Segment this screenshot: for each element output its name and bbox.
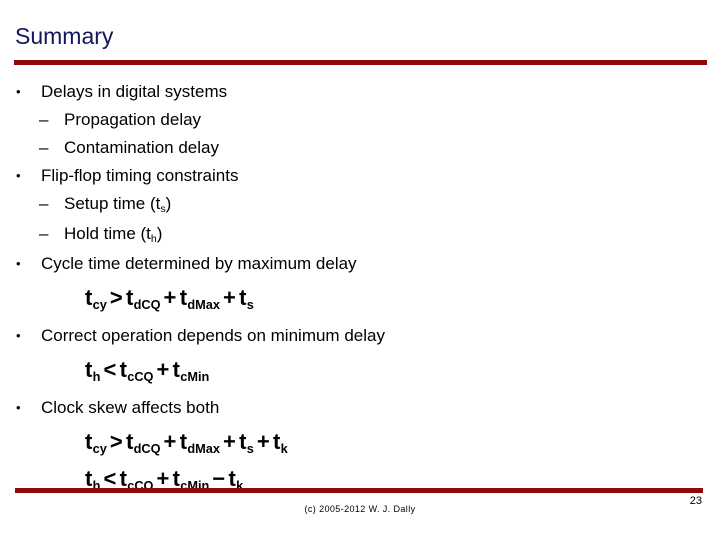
bullet-item: • Clock skew affects both [0,394,720,422]
bullet-item: – Propagation delay [0,106,720,134]
math-subscript: s [246,296,254,312]
bullet-item: • Flip-flop timing constraints [0,162,720,190]
bullet-label: Hold time (th) [64,220,162,250]
bullet-label-tail: ) [156,224,163,243]
page-number: 23 [689,495,702,507]
bullet-item: • Correct operation depends on minimum d… [0,322,720,350]
math-variable: th [85,357,101,384]
bullet-marker-icon: • [16,400,21,415]
math-subscript: h [92,368,101,384]
slide-body: • Delays in digital systems – Propagatio… [0,78,720,499]
title-divider-rule [14,60,707,65]
bullet-item: – Setup time (ts) [0,190,720,220]
dash-marker-icon: – [39,138,49,157]
math-subscript: cy [92,296,107,312]
math-operator: + [163,285,177,310]
math-operator: + [156,357,170,382]
bullet-label: Propagation delay [64,110,202,129]
bullet-label-head: Hold time (t [64,224,151,243]
math-subscript: k [280,440,288,456]
math-variable: tcMin [172,466,210,493]
math-variable: tdMax [179,285,220,312]
bullet-label-tail: ) [165,194,172,213]
bullet-marker-icon: • [16,168,21,183]
bullet-label: Contamination delay [64,138,219,157]
math-variable: tcMin [172,357,210,384]
bullet-label: Correct operation depends on minimum del… [41,326,385,345]
math-subscript: dMax [187,296,220,312]
math-variable: tk [272,429,288,456]
bullet-label: Delays in digital systems [41,82,228,101]
bullet-label: Cycle time determined by maximum delay [41,254,357,273]
math-variable: tcy [85,285,107,312]
bullet-item: – Hold time (th) [0,220,720,250]
math-operator: + [222,429,237,454]
footer-divider-rule [15,488,703,493]
dash-marker-icon: – [39,194,49,213]
footer-copyright: (c) 2005-2012 W. J. Dally [304,504,416,514]
math-variable: tcCQ [119,357,154,384]
bullet-marker-icon: • [16,256,21,271]
bullet-label: Setup time (ts) [64,190,171,220]
math-subscript: cCQ [127,368,154,384]
bullet-label-subscript: h [150,232,157,245]
math-variable: tdCQ [125,285,161,312]
page-title: Summary [15,23,114,49]
math-variable: tcCQ [119,466,154,493]
math-operator: + [256,429,270,454]
math-subscript: dCQ [133,296,161,312]
math-operator: < [103,357,117,382]
bullet-label-head: Setup time (t [64,194,161,213]
math-operator: > [109,429,123,454]
math-variable: th [85,466,101,493]
bullet-item: – Contamination delay [0,134,720,162]
math-subscript: dMax [187,440,220,456]
math-subscript: cMin [180,368,210,384]
math-variable: tk [228,466,244,493]
bullet-item: • Delays in digital systems [0,78,720,106]
bullet-label-subscript: s [160,202,166,215]
math-subscript: s [246,440,254,456]
math-operator: + [163,429,177,454]
equation-hold-time-skew: th < tcCQ + tcMin − tk [0,462,720,499]
math-variable: ts [239,285,254,312]
bullet-marker-icon: • [16,84,21,99]
math-operator: + [222,285,237,310]
math-variable: ts [239,429,254,456]
dash-marker-icon: – [39,110,49,129]
bullet-label: Clock skew affects both [41,398,220,417]
math-subscript: dCQ [133,440,161,456]
dash-marker-icon: – [39,224,49,243]
slide-canvas: Summary • Delays in digital systems – Pr… [0,0,720,540]
bullet-label: Flip-flop timing constraints [41,166,239,185]
math-variable: tdCQ [125,429,161,456]
bullet-marker-icon: • [16,328,21,343]
equation-cycle-time-skew: tcy > tdCQ + tdMax + ts + tk [0,425,720,462]
bullet-item: • Cycle time determined by maximum delay [0,250,720,278]
math-variable: tdMax [179,429,220,456]
math-subscript: cy [92,440,107,456]
equation-cycle-time-max: tcy > tdCQ + tdMax + ts [0,281,720,318]
equation-hold-time-min: th < tcCQ + tcMin [0,353,720,390]
math-operator: > [109,285,123,310]
math-variable: tcy [85,429,107,456]
